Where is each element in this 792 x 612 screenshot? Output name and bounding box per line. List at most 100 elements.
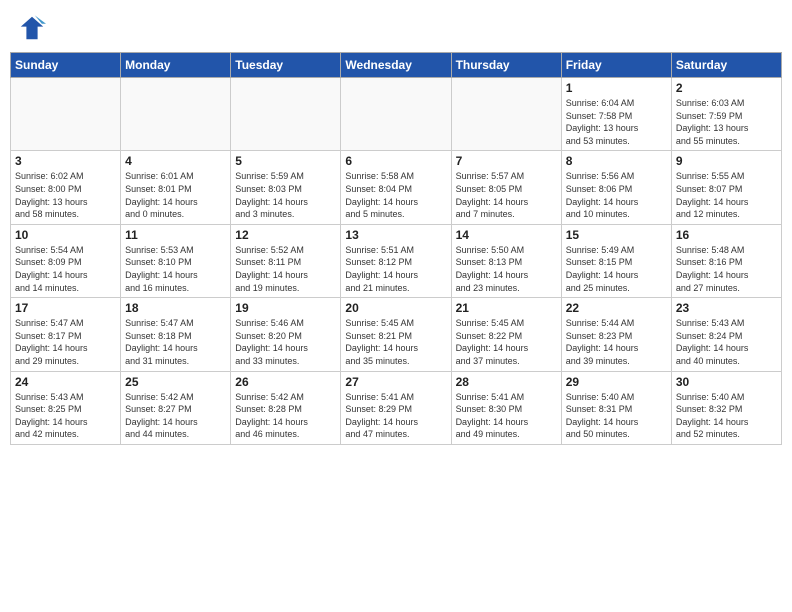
- day-info: Sunrise: 5:55 AM Sunset: 8:07 PM Dayligh…: [676, 170, 777, 220]
- calendar-cell: 8Sunrise: 5:56 AM Sunset: 8:06 PM Daylig…: [561, 151, 671, 224]
- day-info: Sunrise: 5:52 AM Sunset: 8:11 PM Dayligh…: [235, 244, 336, 294]
- calendar-cell: 25 Sunrise: 5:42 AM Sunset: 8:27 PM Dayli…: [121, 371, 231, 444]
- day-number: 13: [345, 228, 446, 242]
- calendar-cell: 15Sunrise: 5:49 AM Sunset: 8:15 PM Dayli…: [561, 224, 671, 297]
- calendar-cell: 27 Sunrise: 5:41 AM Sunset: 8:29 PM Dayli…: [341, 371, 451, 444]
- calendar-cell: 14Sunrise: 5:50 AM Sunset: 8:13 PM Dayli…: [451, 224, 561, 297]
- day-info: Sunrise: 5:43 AM Sunset: 8:24 PM Dayligh…: [676, 317, 777, 367]
- day-info: Sunrise: 5:58 AM Sunset: 8:04 PM Dayligh…: [345, 170, 446, 220]
- day-number: 27: [345, 375, 446, 389]
- day-number: 20: [345, 301, 446, 315]
- day-info: Sunrise: 5:42 AM Sunset: 8:28 PM Dayligh…: [235, 391, 336, 441]
- calendar-cell: 29Sunrise: 5:40 AM Sunset: 8:31 PM Dayli…: [561, 371, 671, 444]
- day-info: Sunrise: 5:41 AM Sunset: 8:29 PM Dayligh…: [345, 391, 446, 441]
- calendar-week-row: 24 Sunrise: 5:43 AM Sunset: 8:25 PM Dayli…: [11, 371, 782, 444]
- calendar-day-header: Thursday: [451, 53, 561, 78]
- calendar-day-header: Friday: [561, 53, 671, 78]
- calendar-cell: [11, 78, 121, 151]
- day-info: Sunrise: 5:53 AM Sunset: 8:10 PM Dayligh…: [125, 244, 226, 294]
- day-info: Sunrise: 5:56 AM Sunset: 8:06 PM Dayligh…: [566, 170, 667, 220]
- calendar-day-header: Sunday: [11, 53, 121, 78]
- day-info: Sunrise: 6:02 AM Sunset: 8:00 PM Dayligh…: [15, 170, 116, 220]
- day-info: Sunrise: 5:47 AM Sunset: 8:17 PM Dayligh…: [15, 317, 116, 367]
- logo-icon: [18, 14, 46, 42]
- day-info: Sunrise: 5:49 AM Sunset: 8:15 PM Dayligh…: [566, 244, 667, 294]
- page-container: SundayMondayTuesdayWednesdayThursdayFrid…: [10, 10, 782, 445]
- day-info: Sunrise: 5:42 AM Sunset: 8:27 PM Dayligh…: [125, 391, 226, 441]
- day-info: Sunrise: 5:54 AM Sunset: 8:09 PM Dayligh…: [15, 244, 116, 294]
- day-info: Sunrise: 6:04 AM Sunset: 7:58 PM Dayligh…: [566, 97, 667, 147]
- calendar-day-header: Tuesday: [231, 53, 341, 78]
- day-info: Sunrise: 6:03 AM Sunset: 7:59 PM Dayligh…: [676, 97, 777, 147]
- calendar-cell: 12 Sunrise: 5:52 AM Sunset: 8:11 PM Dayli…: [231, 224, 341, 297]
- calendar-cell: 13 Sunrise: 5:51 AM Sunset: 8:12 PM Dayli…: [341, 224, 451, 297]
- day-info: Sunrise: 5:51 AM Sunset: 8:12 PM Dayligh…: [345, 244, 446, 294]
- calendar-cell: 17Sunrise: 5:47 AM Sunset: 8:17 PM Dayli…: [11, 298, 121, 371]
- calendar-cell: 10Sunrise: 5:54 AM Sunset: 8:09 PM Dayli…: [11, 224, 121, 297]
- day-number: 28: [456, 375, 557, 389]
- day-number: 30: [676, 375, 777, 389]
- calendar-cell: 5 Sunrise: 5:59 AM Sunset: 8:03 PM Daylig…: [231, 151, 341, 224]
- calendar-cell: 28 Sunrise: 5:41 AM Sunset: 8:30 PM Dayli…: [451, 371, 561, 444]
- day-info: Sunrise: 5:46 AM Sunset: 8:20 PM Dayligh…: [235, 317, 336, 367]
- day-info: Sunrise: 5:45 AM Sunset: 8:22 PM Dayligh…: [456, 317, 557, 367]
- day-number: 5: [235, 154, 336, 168]
- day-number: 11: [125, 228, 226, 242]
- calendar-cell: 30 Sunrise: 5:40 AM Sunset: 8:32 PM Dayli…: [671, 371, 781, 444]
- calendar-cell: [121, 78, 231, 151]
- calendar-cell: 21 Sunrise: 5:45 AM Sunset: 8:22 PM Dayli…: [451, 298, 561, 371]
- day-number: 24: [15, 375, 116, 389]
- day-number: 21: [456, 301, 557, 315]
- calendar-week-row: 3 Sunrise: 6:02 AM Sunset: 8:00 PM Daylig…: [11, 151, 782, 224]
- calendar-cell: 1Sunrise: 6:04 AM Sunset: 7:58 PM Daylig…: [561, 78, 671, 151]
- calendar-cell: [451, 78, 561, 151]
- day-number: 19: [235, 301, 336, 315]
- day-info: Sunrise: 5:47 AM Sunset: 8:18 PM Dayligh…: [125, 317, 226, 367]
- calendar-cell: 26 Sunrise: 5:42 AM Sunset: 8:28 PM Dayli…: [231, 371, 341, 444]
- day-info: Sunrise: 5:57 AM Sunset: 8:05 PM Dayligh…: [456, 170, 557, 220]
- calendar-day-header: Monday: [121, 53, 231, 78]
- calendar-cell: [341, 78, 451, 151]
- day-number: 12: [235, 228, 336, 242]
- day-info: Sunrise: 5:40 AM Sunset: 8:32 PM Dayligh…: [676, 391, 777, 441]
- day-number: 18: [125, 301, 226, 315]
- calendar-cell: 16 Sunrise: 5:48 AM Sunset: 8:16 PM Dayli…: [671, 224, 781, 297]
- day-number: 23: [676, 301, 777, 315]
- calendar-cell: 4Sunrise: 6:01 AM Sunset: 8:01 PM Daylig…: [121, 151, 231, 224]
- calendar-cell: 6 Sunrise: 5:58 AM Sunset: 8:04 PM Daylig…: [341, 151, 451, 224]
- calendar-cell: 9 Sunrise: 5:55 AM Sunset: 8:07 PM Daylig…: [671, 151, 781, 224]
- calendar-day-header: Saturday: [671, 53, 781, 78]
- day-info: Sunrise: 5:44 AM Sunset: 8:23 PM Dayligh…: [566, 317, 667, 367]
- calendar-cell: [231, 78, 341, 151]
- calendar-cell: 23 Sunrise: 5:43 AM Sunset: 8:24 PM Dayli…: [671, 298, 781, 371]
- day-number: 26: [235, 375, 336, 389]
- day-number: 16: [676, 228, 777, 242]
- calendar-cell: 18 Sunrise: 5:47 AM Sunset: 8:18 PM Dayli…: [121, 298, 231, 371]
- day-number: 2: [676, 81, 777, 95]
- calendar-cell: 3 Sunrise: 6:02 AM Sunset: 8:00 PM Daylig…: [11, 151, 121, 224]
- calendar-cell: 7 Sunrise: 5:57 AM Sunset: 8:05 PM Daylig…: [451, 151, 561, 224]
- day-number: 4: [125, 154, 226, 168]
- day-number: 7: [456, 154, 557, 168]
- day-info: Sunrise: 5:45 AM Sunset: 8:21 PM Dayligh…: [345, 317, 446, 367]
- day-number: 3: [15, 154, 116, 168]
- day-info: Sunrise: 5:50 AM Sunset: 8:13 PM Dayligh…: [456, 244, 557, 294]
- day-number: 6: [345, 154, 446, 168]
- logo: [18, 14, 50, 42]
- calendar-table: SundayMondayTuesdayWednesdayThursdayFrid…: [10, 52, 782, 445]
- day-number: 22: [566, 301, 667, 315]
- page-header: [10, 10, 782, 46]
- day-number: 9: [676, 154, 777, 168]
- calendar-week-row: 1Sunrise: 6:04 AM Sunset: 7:58 PM Daylig…: [11, 78, 782, 151]
- day-info: Sunrise: 5:41 AM Sunset: 8:30 PM Dayligh…: [456, 391, 557, 441]
- calendar-cell: 22 Sunrise: 5:44 AM Sunset: 8:23 PM Dayli…: [561, 298, 671, 371]
- calendar-week-row: 17Sunrise: 5:47 AM Sunset: 8:17 PM Dayli…: [11, 298, 782, 371]
- day-info: Sunrise: 5:48 AM Sunset: 8:16 PM Dayligh…: [676, 244, 777, 294]
- day-number: 25: [125, 375, 226, 389]
- day-info: Sunrise: 5:40 AM Sunset: 8:31 PM Dayligh…: [566, 391, 667, 441]
- calendar-week-row: 10Sunrise: 5:54 AM Sunset: 8:09 PM Dayli…: [11, 224, 782, 297]
- day-info: Sunrise: 5:43 AM Sunset: 8:25 PM Dayligh…: [15, 391, 116, 441]
- day-info: Sunrise: 5:59 AM Sunset: 8:03 PM Dayligh…: [235, 170, 336, 220]
- calendar-day-header: Wednesday: [341, 53, 451, 78]
- calendar-cell: 19 Sunrise: 5:46 AM Sunset: 8:20 PM Dayli…: [231, 298, 341, 371]
